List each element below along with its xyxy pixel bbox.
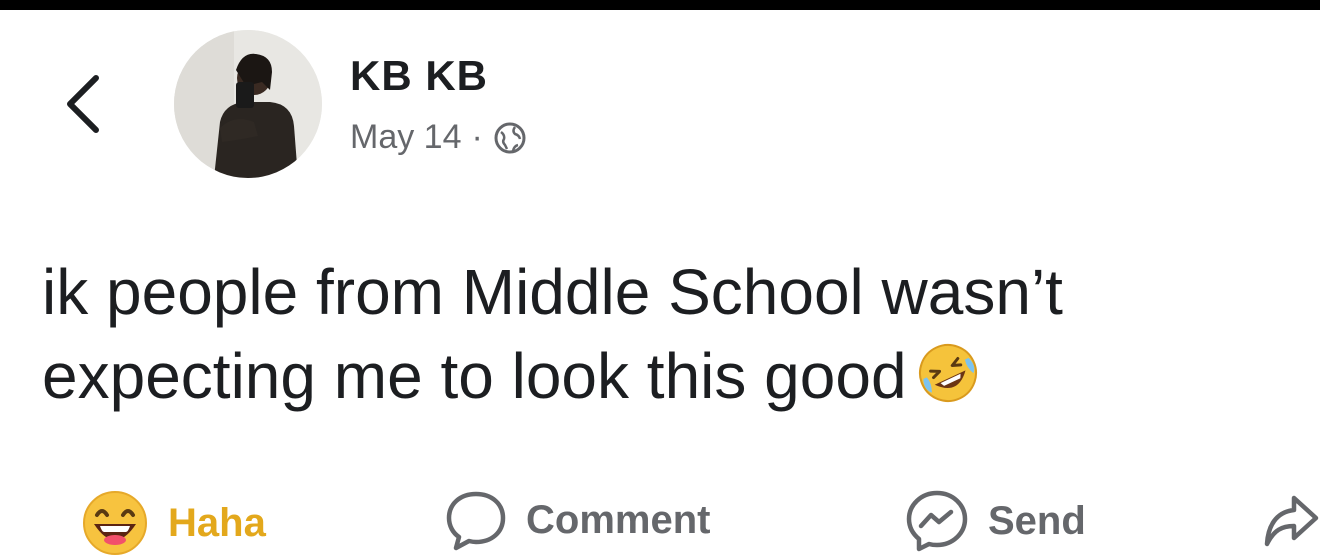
share-icon bbox=[1264, 495, 1319, 547]
back-button[interactable] bbox=[58, 72, 108, 136]
haha-reaction-button[interactable]: Haha bbox=[80, 488, 266, 558]
send-button[interactable]: Send bbox=[904, 488, 1086, 554]
post-text-line-2-text: expecting me to look this good bbox=[42, 340, 907, 412]
rolling-laughing-emoji-icon bbox=[918, 344, 977, 402]
messenger-icon bbox=[906, 490, 968, 552]
post-text-line-1: ik people from Middle School wasn’t bbox=[42, 256, 1063, 328]
meta-separator: · bbox=[471, 118, 483, 156]
post-meta: May 14 · bbox=[350, 118, 527, 157]
share-button[interactable] bbox=[1262, 492, 1320, 552]
haha-reaction-label: Haha bbox=[168, 500, 266, 545]
post-text-line-2: expecting me to look this good bbox=[42, 334, 1302, 418]
avatar-photo bbox=[174, 30, 322, 178]
comment-button[interactable]: Comment bbox=[444, 488, 710, 552]
avatar[interactable] bbox=[174, 30, 322, 178]
send-label: Send bbox=[988, 498, 1086, 543]
post-actions: Haha Comment Send bbox=[0, 488, 1320, 555]
globe-icon bbox=[494, 122, 526, 153]
chevron-left-icon bbox=[67, 75, 99, 133]
comment-icon bbox=[446, 491, 506, 551]
post-text: ik people from Middle School wasn’t expe… bbox=[42, 250, 1302, 418]
comment-label: Comment bbox=[526, 497, 711, 542]
post-date[interactable]: May 14 bbox=[350, 118, 462, 157]
haha-emoji-icon bbox=[83, 491, 147, 555]
author-name[interactable]: KB KB bbox=[350, 52, 488, 100]
top-bar bbox=[0, 0, 1320, 10]
